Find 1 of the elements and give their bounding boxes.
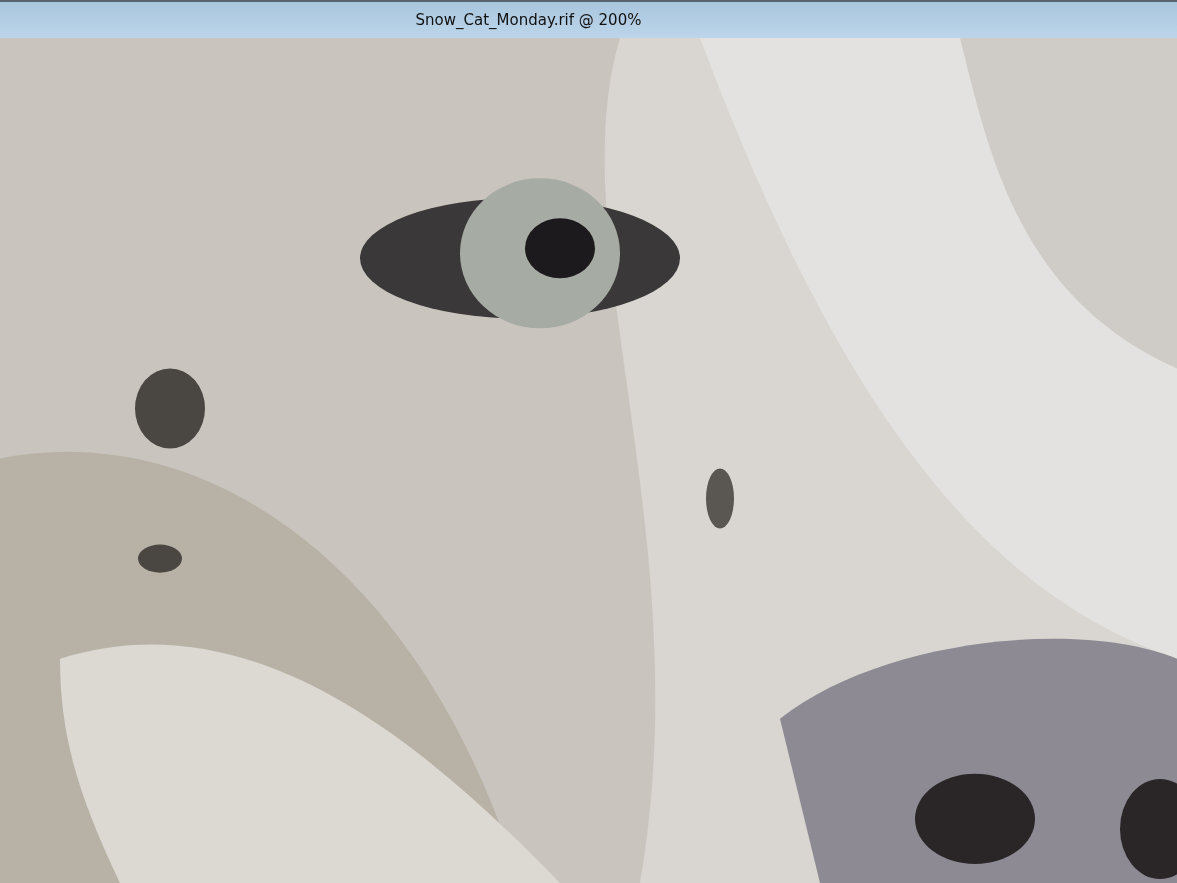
window-title: Snow_Cat_Monday.rif @ 200% <box>415 11 642 29</box>
